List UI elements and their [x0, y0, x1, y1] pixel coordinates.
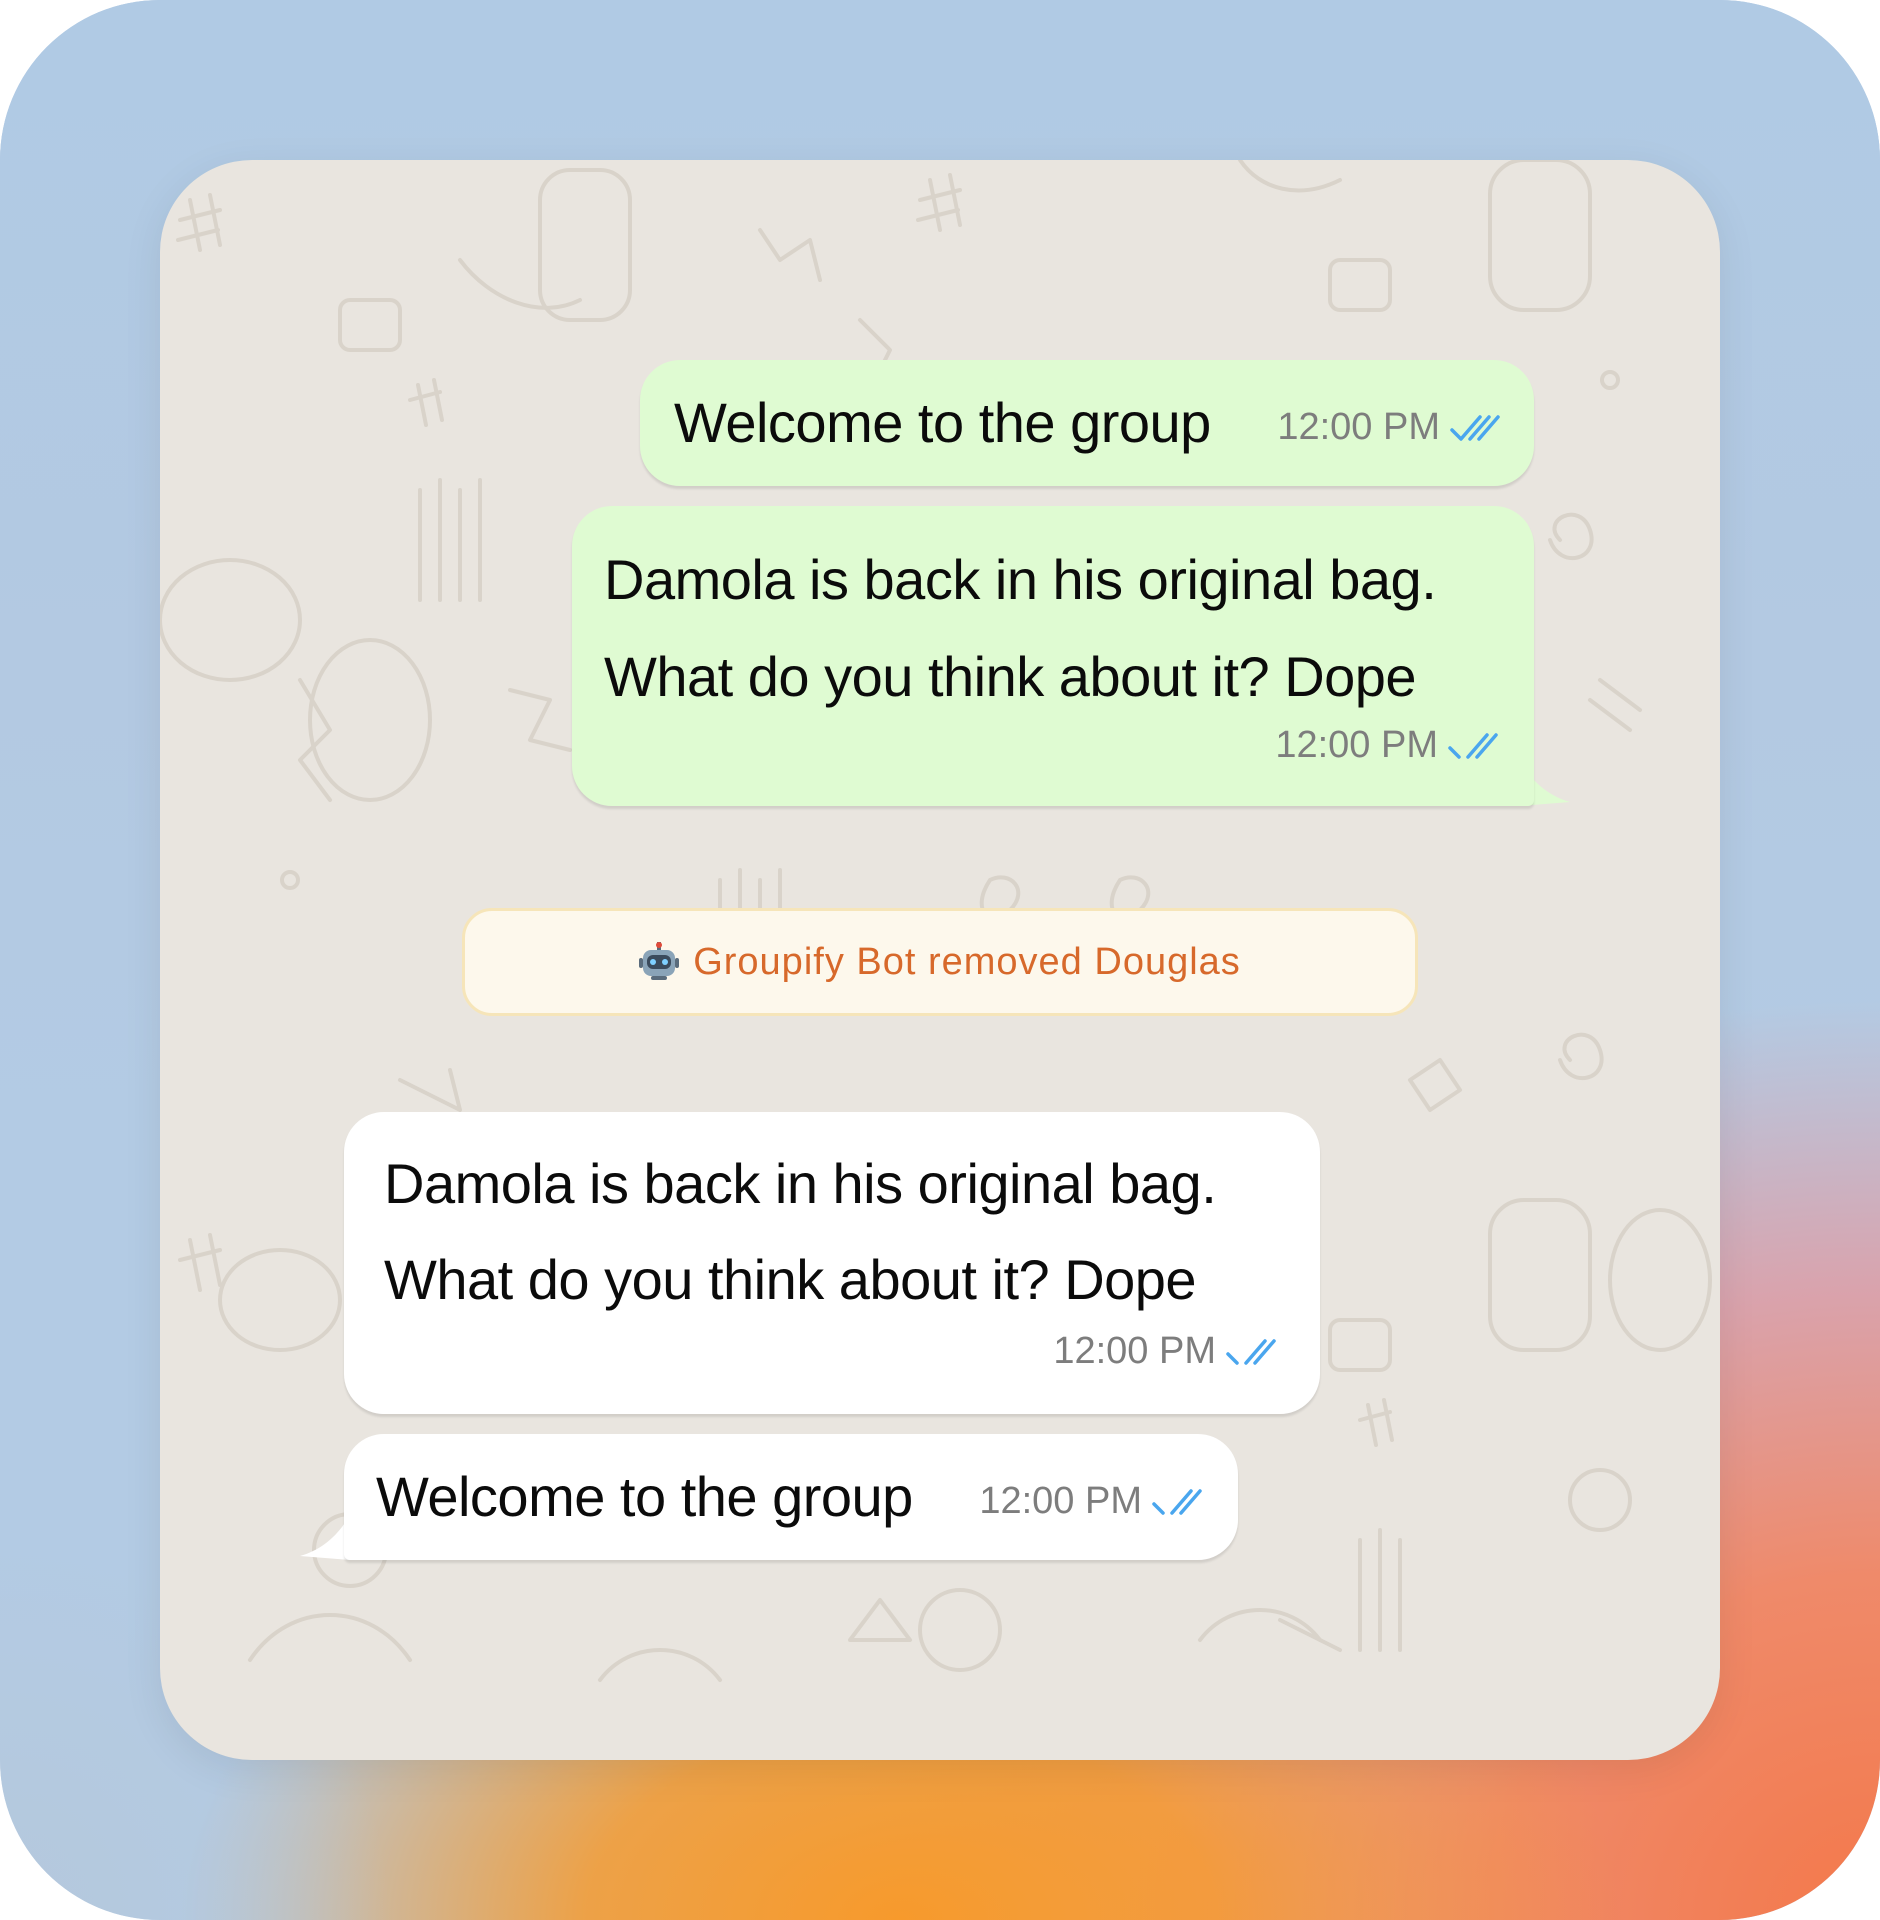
- message-text-line: Damola is back in his original bag.: [384, 1152, 1217, 1215]
- double-check-icon: [1450, 414, 1500, 441]
- outgoing-message[interactable]: Welcome to the group 12:00 PM: [640, 360, 1534, 486]
- message-time: 12:00 PM: [1275, 724, 1438, 766]
- message-text: Welcome to the group: [376, 1465, 913, 1528]
- message-time: 12:00 PM: [1053, 1330, 1216, 1372]
- system-notice-text: Groupify Bot removed Douglas: [693, 940, 1241, 983]
- bubble-tail: [300, 1514, 350, 1560]
- robot-icon: [639, 942, 680, 980]
- app-frame: Welcome to the group 12:00 PM Damola is …: [0, 0, 1880, 1920]
- message-meta: 12:00 PM: [1277, 406, 1506, 449]
- message-text-line: What do you think about it? Dope: [384, 1248, 1197, 1311]
- incoming-message[interactable]: Damola is back in his original bag. What…: [344, 1112, 1320, 1414]
- message-text-line: Damola is back in his original bag.: [604, 548, 1437, 611]
- double-check-icon: [1448, 732, 1498, 759]
- message-time: 12:00 PM: [1277, 406, 1440, 448]
- message-meta: 12:00 PM: [1275, 724, 1504, 767]
- message-meta: 12:00 PM: [979, 1480, 1208, 1523]
- incoming-message[interactable]: Welcome to the group 12:00 PM: [344, 1434, 1238, 1560]
- double-check-icon: [1152, 1488, 1202, 1515]
- message-text: Welcome to the group: [674, 391, 1211, 454]
- message-meta: 12:00 PM: [1053, 1330, 1282, 1373]
- system-notice: Groupify Bot removed Douglas: [462, 908, 1418, 1016]
- chat-panel[interactable]: Welcome to the group 12:00 PM Damola is …: [160, 160, 1720, 1760]
- message-text-line: What do you think about it? Dope: [604, 645, 1417, 708]
- message-time: 12:00 PM: [979, 1480, 1142, 1522]
- double-check-icon: [1226, 1338, 1276, 1365]
- outgoing-message[interactable]: Damola is back in his original bag. What…: [572, 506, 1534, 806]
